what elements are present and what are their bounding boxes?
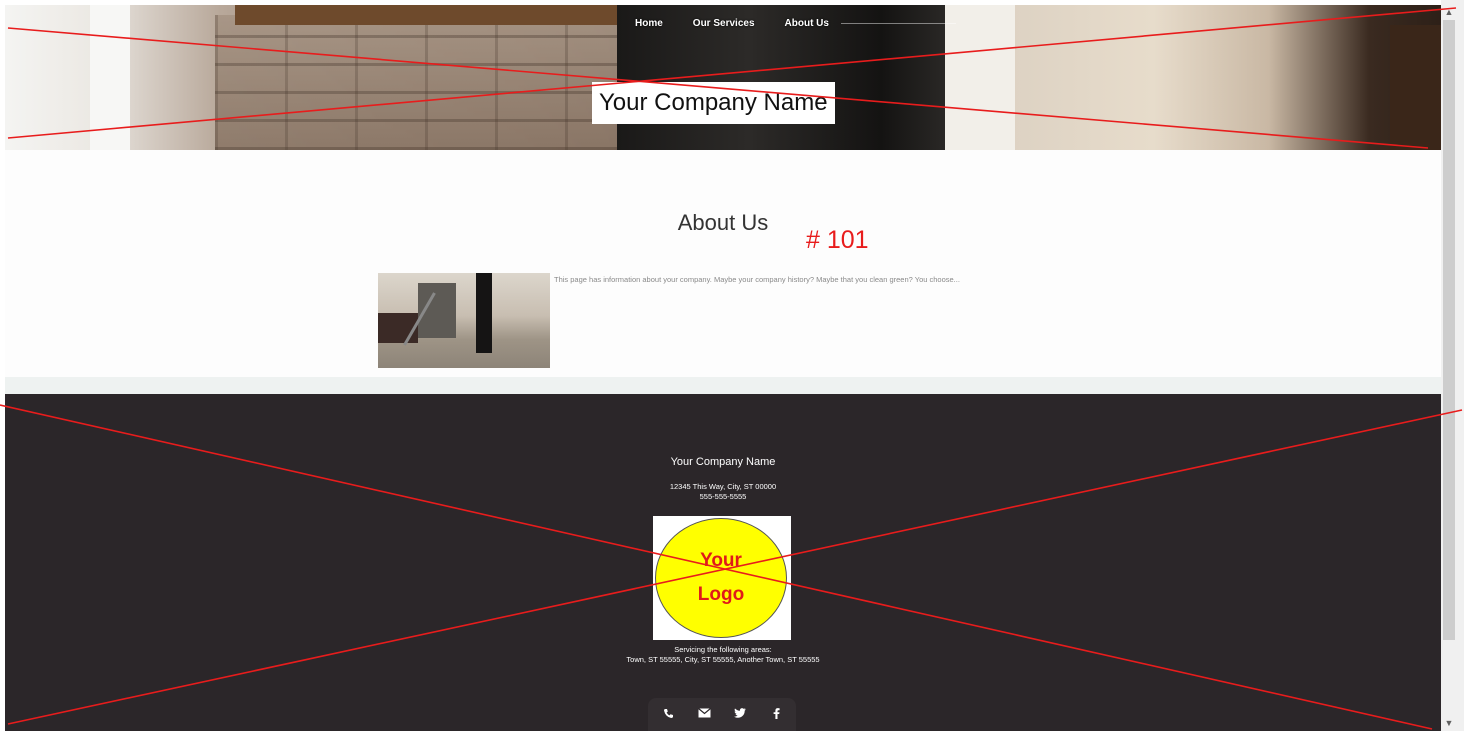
logo-text-line2: Logo	[697, 584, 745, 605]
social-links	[648, 698, 796, 731]
main-nav: Home Our Services About Us	[635, 18, 956, 29]
photo-person-legs	[476, 273, 492, 353]
service-areas: Servicing the following areas: Town, ST …	[5, 645, 1441, 665]
hero-company-name: Your Company Name	[592, 82, 835, 124]
footer-phone[interactable]: 555-555-5555	[5, 492, 1441, 502]
footer: Your Company Name 12345 This Way, City, …	[5, 394, 1441, 731]
about-text: This page has information about your com…	[554, 275, 960, 284]
vertical-scrollbar[interactable]: ▲ ▼	[1441, 0, 1464, 731]
scroll-up-arrow-icon[interactable]: ▲	[1442, 6, 1456, 18]
footer-address: 12345 This Way, City, ST 00000	[669, 482, 777, 491]
section-divider	[5, 377, 1441, 394]
footer-contact: 12345 This Way, City, ST 00000 555-555-5…	[5, 482, 1441, 502]
twitter-icon[interactable]	[734, 708, 746, 721]
hero-photo-fireplace	[215, 15, 635, 150]
nav-home[interactable]: Home	[635, 18, 663, 29]
about-photo	[378, 273, 550, 368]
service-areas-list: Town, ST 55555, City, ST 55555, Another …	[626, 655, 820, 664]
envelope-icon[interactable]	[698, 708, 711, 721]
service-areas-heading: Servicing the following areas:	[674, 645, 772, 654]
about-section: About Us # 101 This page has information…	[5, 150, 1441, 377]
footer-company-name: Your Company Name	[670, 456, 776, 468]
scrollbar-thumb[interactable]	[1443, 20, 1455, 640]
phone-icon[interactable]	[662, 708, 674, 722]
hero-photo-mantel	[235, 5, 665, 25]
hero-photo-window	[90, 5, 130, 150]
scroll-down-arrow-icon[interactable]: ▼	[1442, 717, 1456, 729]
annotation-marker: # 101	[806, 226, 869, 254]
hero-photo-cabinet	[1390, 25, 1441, 150]
logo-circle: Your Logo	[655, 518, 787, 638]
nav-our-services[interactable]: Our Services	[693, 18, 755, 29]
hero-banner: Home Our Services About Us Your Company …	[5, 5, 1441, 150]
nav-about-us[interactable]: About Us	[785, 18, 829, 29]
facebook-icon[interactable]	[770, 707, 782, 722]
about-heading: About Us	[677, 210, 769, 235]
logo-text-line1: Your	[700, 550, 742, 571]
company-logo: Your Logo	[653, 516, 791, 640]
nav-active-underline	[840, 23, 956, 24]
